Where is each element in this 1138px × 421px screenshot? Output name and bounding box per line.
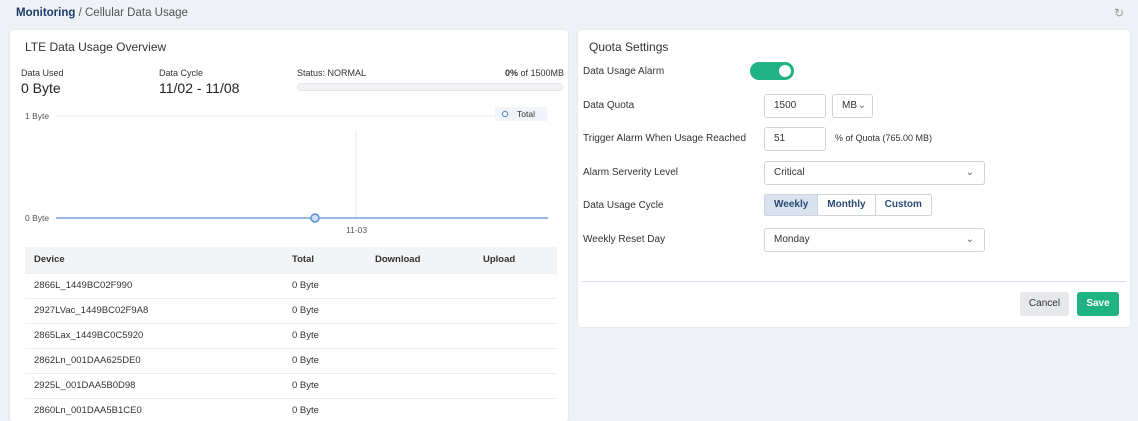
table-row: 2927LVac_1449BC02F9A8 0 Byte (25, 297, 557, 323)
percent-of: of 1500MB (517, 68, 564, 78)
device-cell: 2866L_1449BC02F990 (25, 272, 283, 298)
breadcrumb-section[interactable]: Monitoring (16, 7, 75, 19)
upload-cell (474, 272, 557, 298)
table-row: 2925L_001DAA5B0D98 0 Byte (25, 372, 557, 398)
quota-unit-value: MB (842, 100, 857, 111)
download-cell (366, 372, 474, 398)
data-used-label: Data Used (21, 68, 64, 78)
severity-value: Critical (774, 167, 805, 178)
reset-day-select[interactable]: Monday ⌄ (764, 228, 985, 252)
quota-unit-select[interactable]: MB ⌄ (832, 94, 873, 118)
trigger-label: Trigger Alarm When Usage Reached (583, 133, 747, 144)
status-text: Status: NORMAL (297, 68, 367, 78)
table-header-row: Device Total Download Upload (25, 247, 557, 273)
download-cell (366, 272, 474, 298)
breadcrumb: Monitoring / Cellular Data Usage (16, 7, 188, 19)
download-cell (366, 397, 474, 421)
chevron-down-icon: ⌄ (857, 100, 866, 111)
xtick-label: 11-03 (346, 225, 367, 235)
reset-day-value: Monday (774, 234, 810, 245)
col-device[interactable]: Device (25, 247, 283, 273)
trigger-suffix: % of Quota (765.00 MB) (835, 133, 933, 143)
alarm-label: Data Usage Alarm (583, 66, 665, 77)
ytick-label: 1 Byte (25, 111, 49, 121)
device-cell: 2862Ln_001DAA625DE0 (25, 347, 283, 373)
trigger-input[interactable]: 51 (764, 127, 826, 151)
col-total[interactable]: Total (283, 247, 366, 273)
table-body: 2866L_1449BC02F990 0 Byte 2927LVac_1449BC0… (25, 272, 557, 421)
severity-label: Alarm Serverity Level (583, 167, 679, 178)
reset-day-label: Weekly Reset Day (583, 234, 666, 245)
device-cell: 2925L_001DAA5B0D98 (25, 372, 283, 398)
cycle-option-monthly[interactable]: Monthly (817, 195, 875, 215)
overview-title: LTE Data Usage Overview (25, 40, 167, 54)
download-cell (366, 322, 474, 348)
total-cell: 0 Byte (283, 347, 366, 373)
quota-label: Data Quota (583, 100, 635, 111)
cycle-segmented-control: Weekly Monthly Custom (764, 194, 932, 216)
total-cell: 0 Byte (283, 372, 366, 398)
total-cell: 0 Byte (283, 272, 366, 298)
device-cell: 2865Lax_1449BC0C5920 (25, 322, 283, 348)
form-divider (582, 281, 1126, 282)
data-used-value: 0 Byte (21, 80, 61, 96)
total-cell: 0 Byte (283, 397, 366, 421)
device-cell: 2860Ln_001DAA5B1CE0 (25, 397, 283, 421)
table-row: 2860Ln_001DAA5B1CE0 0 Byte (25, 397, 557, 421)
col-download[interactable]: Download (366, 247, 474, 273)
alarm-toggle[interactable] (750, 62, 794, 80)
device-usage-table: Device Total Download Upload 2866L_1449B… (25, 247, 557, 421)
toggle-knob (779, 65, 791, 77)
table-row: 2865Lax_1449BC0C5920 0 Byte (25, 322, 557, 348)
download-cell (366, 297, 474, 323)
cycle-option-custom[interactable]: Custom (874, 195, 931, 215)
upload-cell (474, 297, 557, 323)
col-upload[interactable]: Upload (474, 247, 557, 273)
data-cycle-value: 11/02 - 11/08 (159, 80, 240, 96)
cancel-button[interactable]: Cancel (1020, 292, 1069, 316)
data-cycle-label: Data Cycle (159, 68, 204, 78)
ytick-label: 0 Byte (25, 213, 49, 223)
cycle-label: Data Usage Cycle (583, 200, 664, 211)
refresh-icon[interactable]: ↻ (1114, 6, 1124, 20)
download-cell (366, 347, 474, 373)
upload-cell (474, 322, 557, 348)
total-cell: 0 Byte (283, 322, 366, 348)
upload-cell (474, 372, 557, 398)
chevron-down-icon: ⌄ (965, 167, 974, 178)
quota-input[interactable]: 1500 (764, 94, 826, 118)
table-row: 2866L_1449BC02F990 0 Byte (25, 272, 557, 298)
cycle-option-weekly[interactable]: Weekly (765, 195, 818, 215)
breadcrumb-separator: / (75, 7, 85, 19)
percent-value: 0% (504, 68, 518, 78)
percent-readout: 0% of 1500MB (505, 68, 564, 78)
quota-title: Quota Settings (589, 40, 669, 54)
usage-progress-bar (297, 83, 563, 91)
quota-settings-card: Quota Settings Data Usage Alarm Data Quo… (578, 30, 1130, 327)
chevron-down-icon: ⌄ (965, 234, 974, 245)
legend-label[interactable]: Total (517, 109, 535, 119)
breadcrumb-page: Cellular Data Usage (85, 7, 188, 19)
severity-select[interactable]: Critical ⌄ (764, 161, 985, 185)
usage-chart: 1 Byte 0 Byte 11-03 Total (25, 107, 548, 235)
total-cell: 0 Byte (283, 297, 366, 323)
device-cell: 2927LVac_1449BC02F9A8 (25, 297, 283, 323)
lte-overview-card: LTE Data Usage Overview Data Used 0 Byte… (10, 30, 568, 421)
legend-marker (501, 110, 509, 118)
upload-cell (474, 397, 557, 421)
save-button[interactable]: Save (1077, 292, 1119, 316)
table-row: 2862Ln_001DAA625DE0 0 Byte (25, 347, 557, 373)
upload-cell (474, 347, 557, 373)
data-point[interactable] (310, 213, 320, 223)
